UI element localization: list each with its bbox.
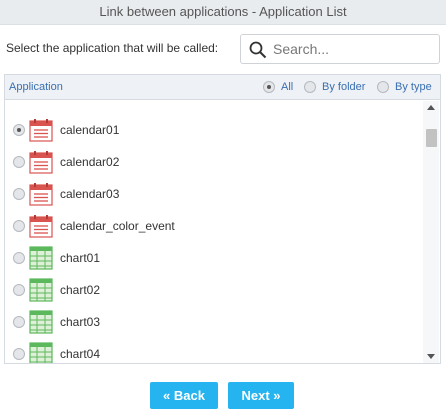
next-button[interactable]: Next » bbox=[228, 382, 294, 409]
filter-all-radio[interactable] bbox=[263, 81, 275, 93]
list-item[interactable]: chart04 bbox=[5, 338, 423, 363]
scroll-thumb[interactable] bbox=[426, 129, 437, 147]
app-name: chart04 bbox=[60, 347, 101, 361]
chart-grid-icon bbox=[29, 342, 53, 363]
list-header-label: Application bbox=[9, 81, 63, 93]
chart-grid-icon bbox=[29, 278, 53, 302]
search-input[interactable] bbox=[273, 39, 433, 59]
filter-all-label: All bbox=[281, 81, 294, 93]
list-item[interactable]: calendar02 bbox=[5, 146, 423, 178]
app-radio[interactable] bbox=[13, 188, 25, 200]
app-radio[interactable] bbox=[13, 316, 25, 328]
filter-by-folder-label: By folder bbox=[322, 81, 366, 93]
app-name: chart02 bbox=[60, 283, 101, 297]
app-name: calendar02 bbox=[60, 155, 120, 169]
calendar-icon bbox=[29, 119, 53, 142]
app-name: chart03 bbox=[60, 315, 101, 329]
scroll-down-arrow-icon[interactable] bbox=[427, 354, 435, 359]
filter-by-type-label: By type bbox=[395, 81, 432, 93]
list-header: Application All By folder By type bbox=[5, 75, 440, 100]
calendar-icon bbox=[29, 151, 53, 174]
list-item[interactable]: chart02 bbox=[5, 274, 423, 306]
calendar-icon bbox=[29, 183, 53, 206]
application-list-panel: Application All By folder By type calend… bbox=[4, 74, 441, 364]
list-scrollbar[interactable] bbox=[423, 101, 439, 363]
list-item[interactable]: chart03 bbox=[5, 306, 423, 338]
search-icon bbox=[249, 41, 267, 59]
app-radio[interactable] bbox=[13, 220, 25, 232]
filter-by-folder-radio[interactable] bbox=[304, 81, 316, 93]
select-prompt: Select the application that will be call… bbox=[6, 41, 219, 55]
scroll-up-arrow-icon[interactable] bbox=[427, 105, 435, 110]
app-radio[interactable] bbox=[13, 156, 25, 168]
back-button[interactable]: « Back bbox=[150, 382, 218, 409]
app-radio[interactable] bbox=[13, 348, 25, 360]
app-radio[interactable] bbox=[13, 284, 25, 296]
app-radio[interactable] bbox=[13, 252, 25, 264]
app-name: calendar01 bbox=[60, 123, 120, 137]
app-name: chart01 bbox=[60, 251, 101, 265]
application-list: calendar01 calendar02 calendar03 calenda… bbox=[5, 101, 423, 363]
chart-grid-icon bbox=[29, 310, 53, 334]
app-name: calendar_color_event bbox=[60, 219, 175, 233]
list-item[interactable]: chart01 bbox=[5, 242, 423, 274]
calendar-icon bbox=[29, 215, 53, 238]
chart-grid-icon bbox=[29, 246, 53, 270]
list-item[interactable]: calendar_color_event bbox=[5, 210, 423, 242]
filter-by-type-radio[interactable] bbox=[377, 81, 389, 93]
window-title: Link between applications - Application … bbox=[0, 0, 446, 25]
app-name: calendar03 bbox=[60, 187, 120, 201]
search-box[interactable] bbox=[240, 34, 440, 64]
list-item[interactable]: calendar01 bbox=[5, 114, 423, 146]
list-item[interactable]: calendar03 bbox=[5, 178, 423, 210]
app-radio[interactable] bbox=[13, 124, 25, 136]
